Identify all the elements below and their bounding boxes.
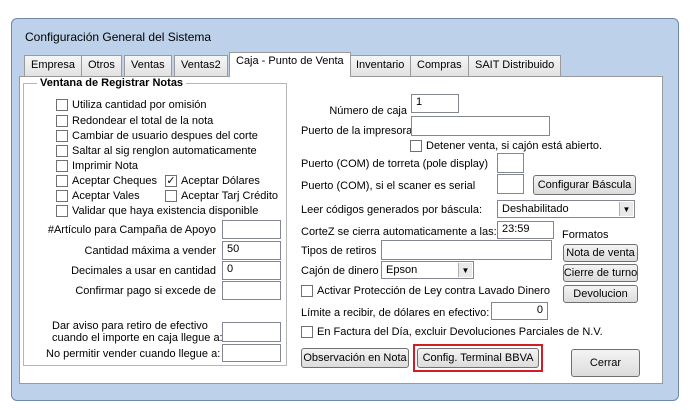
leer-codigos-label: Leer códigos generados por báscula: — [301, 204, 483, 216]
dropdown-arrow-icon[interactable]: ▼ — [619, 202, 633, 216]
leer-codigos-select[interactable]: Deshabilitado ▼ — [497, 200, 635, 218]
no-permitir-vender-input[interactable] — [222, 344, 281, 362]
checkbox-imprimir-nota[interactable]: Imprimir Nota — [56, 160, 138, 172]
aviso-retiro-input[interactable] — [222, 322, 281, 342]
tipos-retiros-label: Tipos de retiros — [301, 245, 377, 257]
decimales-cantidad-label: Decimales a usar en cantidad — [71, 265, 216, 277]
checkbox-aceptar-vales[interactable]: Aceptar Vales — [56, 190, 140, 202]
checkbox-label: Utiliza cantidad por omisión — [72, 99, 207, 111]
articulo-campana-label: #Artículo para Campaña de Apoyo — [47, 224, 216, 236]
decimales-cantidad-input[interactable]: 0 — [222, 261, 281, 280]
cajon-dinero-select[interactable]: Epson ▼ — [381, 261, 474, 279]
numero-caja-input[interactable]: 1 — [411, 94, 459, 113]
checkbox-utiliza-cantidad[interactable]: Utiliza cantidad por omisión — [56, 99, 207, 111]
aviso-retiro-line1: Dar aviso para retiro de efectivo — [52, 320, 208, 332]
configurar-bascula-button[interactable]: Configurar Báscula — [533, 175, 636, 195]
confirmar-pago-label: Confirmar pago si excede de — [75, 285, 216, 297]
checkbox-aceptar-dolares[interactable]: ✓ Aceptar Dólares — [165, 175, 260, 187]
checkbox-label: Aceptar Dólares — [181, 175, 260, 187]
tab-inventario[interactable]: Inventario — [349, 55, 412, 76]
checkbox-factura-dia[interactable]: En Factura del Día, excluir Devoluciones… — [301, 326, 603, 338]
no-permitir-vender-label: No permitir vender cuando llegue a: — [46, 348, 221, 360]
limite-dolares-input[interactable]: 0 — [491, 302, 548, 320]
numero-caja-label: Número de caja — [329, 105, 407, 117]
checkbox-label: Aceptar Tarj Crédito — [181, 190, 279, 202]
cortez-label: CorteZ se cierra automaticamente a las: — [301, 226, 497, 238]
puerto-scanner-input[interactable] — [497, 174, 524, 194]
cortez-input[interactable]: 23:59 — [497, 221, 554, 239]
checkbox-box[interactable] — [56, 130, 68, 142]
tab-empresa[interactable]: Empresa — [24, 55, 83, 76]
aviso-retiro-line2: cuando el importe en caja llegue a: — [52, 332, 223, 344]
checkbox-box[interactable] — [410, 140, 422, 152]
tab-ventas2[interactable]: Ventas2 — [174, 55, 228, 76]
checkbox-label: Aceptar Vales — [72, 190, 140, 202]
checkbox-label: Activar Protección de Ley contra Lavado … — [317, 285, 550, 297]
dropdown-arrow-icon[interactable]: ▼ — [458, 263, 472, 277]
tab-caja-punto-de-venta[interactable]: Caja - Punto de Venta — [229, 52, 351, 77]
tab-compras[interactable]: Compras — [410, 55, 469, 76]
checkbox-label: Aceptar Cheques — [72, 175, 157, 187]
checkbox-box[interactable] — [56, 145, 68, 157]
checkbox-box[interactable] — [301, 326, 313, 338]
puerto-impresora-label: Puerto de la impresora — [301, 125, 413, 137]
checkbox-label: Cambiar de usuario despues del corte — [72, 130, 258, 142]
puerto-scanner-label: Puerto (COM), si el scaner es serial — [301, 180, 476, 192]
checkbox-detener-venta[interactable]: Detener venta, si cajón está abierto. — [410, 140, 602, 152]
confirmar-pago-input[interactable] — [222, 281, 281, 300]
checkbox-label: Detener venta, si cajón está abierto. — [426, 140, 603, 152]
tab-otros[interactable]: Otros — [81, 55, 122, 76]
checkbox-validar-existencia[interactable]: Validar que haya existencia disponible — [56, 205, 258, 217]
checkbox-box[interactable] — [56, 99, 68, 111]
puerto-impresora-input[interactable] — [411, 116, 550, 136]
puerto-torreta-input[interactable] — [497, 153, 524, 173]
cantidad-maxima-input[interactable]: 50 — [222, 241, 281, 260]
checkbox-label: Imprimir Nota — [72, 160, 139, 172]
articulo-campana-input[interactable] — [222, 220, 281, 239]
checkbox-box[interactable] — [56, 160, 68, 172]
highlight-box — [413, 344, 543, 372]
checkbox-label: En Factura del Día, excluir Devoluciones… — [317, 326, 603, 338]
checkbox-aceptar-tarj-credito[interactable]: Aceptar Tarj Crédito — [165, 190, 278, 202]
tipos-retiros-input[interactable] — [381, 240, 552, 260]
checkbox-box[interactable] — [165, 190, 177, 202]
group-title: Ventana de Registrar Notas — [37, 77, 187, 89]
leer-codigos-value: Deshabilitado — [502, 203, 569, 215]
checkbox-box[interactable] — [56, 205, 68, 217]
checkbox-label: Redondear el total de la nota — [72, 115, 214, 127]
observacion-nota-button[interactable]: Observación en Nota — [301, 348, 409, 368]
tab-ventas[interactable]: Ventas — [124, 55, 172, 76]
checkbox-box[interactable] — [56, 115, 68, 127]
checkbox-saltar-renglon[interactable]: Saltar al sig renglon automaticamente — [56, 145, 257, 157]
checkbox-cambiar-usuario[interactable]: Cambiar de usuario despues del corte — [56, 130, 258, 142]
cantidad-maxima-label: Cantidad máxima a vender — [84, 245, 216, 257]
checkbox-lavado-dinero[interactable]: Activar Protección de Ley contra Lavado … — [301, 285, 550, 297]
checkbox-label: Saltar al sig renglon automaticamente — [72, 145, 257, 157]
formatos-label: Formatos — [562, 229, 609, 241]
checkbox-aceptar-cheques[interactable]: Aceptar Cheques — [56, 175, 157, 187]
cajon-dinero-value: Epson — [386, 264, 418, 276]
puerto-torreta-label: Puerto (COM) de torreta (pole display) — [301, 158, 489, 170]
nota-de-venta-button[interactable]: Nota de venta — [563, 244, 638, 262]
tab-sait-distribuido[interactable]: SAIT Distribuido — [468, 55, 562, 76]
checkbox-box[interactable] — [56, 175, 68, 187]
checkbox-box-checked[interactable]: ✓ — [165, 175, 177, 187]
cajon-dinero-label: Cajón de dinero — [301, 265, 379, 277]
cerrar-button[interactable]: Cerrar — [571, 349, 640, 377]
devolucion-button[interactable]: Devolucion — [563, 285, 638, 303]
window-title: Configuración General del Sistema — [25, 30, 212, 44]
cierre-de-turno-button[interactable]: Cierre de turno — [563, 264, 638, 282]
checkbox-box[interactable] — [301, 285, 313, 297]
checkbox-label: Validar que haya existencia disponible — [72, 205, 259, 217]
limite-dolares-label: Límite a recibir, de dólares en efectivo… — [301, 307, 490, 319]
checkbox-redondear-total[interactable]: Redondear el total de la nota — [56, 115, 213, 127]
checkbox-box[interactable] — [56, 190, 68, 202]
